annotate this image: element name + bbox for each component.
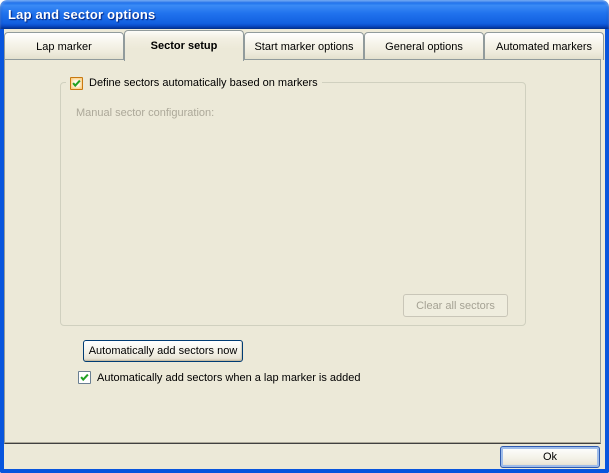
auto-add-sectors-checkbox-row[interactable]: Automatically add sectors when a lap mar… [78,371,361,384]
tab-automated-markers[interactable]: Automated markers [484,32,604,60]
define-sectors-checkbox[interactable] [70,77,83,90]
tab-label: Start marker options [254,41,353,53]
define-sectors-checkbox-row[interactable]: Define sectors automatically based on ma… [66,75,322,91]
ok-button[interactable]: Ok [500,446,600,468]
checkmark-icon [71,78,82,89]
tab-label: General options [385,41,463,53]
dialog-footer: Ok [4,445,601,469]
manual-sector-configuration-label: Manual sector configuration: [76,107,214,119]
define-sectors-checkbox-label: Define sectors automatically based on ma… [89,77,318,89]
tab-sector-setup[interactable]: Sector setup [124,30,244,61]
tab-label: Automated markers [496,41,592,53]
tab-lap-marker[interactable]: Lap marker [4,32,124,60]
dialog-window: Lap and sector options Lap marker Sector… [0,0,609,473]
tab-start-marker-options[interactable]: Start marker options [244,32,364,60]
dialog-body: Lap marker Sector setup Start marker opt… [0,29,609,473]
automatically-add-sectors-now-button[interactable]: Automatically add sectors now [83,340,243,362]
clear-all-sectors-button[interactable]: Clear all sectors [403,294,508,317]
window-title: Lap and sector options [8,7,155,22]
tab-label: Sector setup [151,40,218,52]
tab-label: Lap marker [36,41,92,53]
auto-add-sectors-checkbox[interactable] [78,371,91,384]
checkmark-icon [79,372,90,383]
title-bar: Lap and sector options [0,0,609,29]
tab-strip: Lap marker Sector setup Start marker opt… [4,30,605,60]
auto-add-sectors-checkbox-label: Automatically add sectors when a lap mar… [97,372,361,384]
tab-general-options[interactable]: General options [364,32,484,60]
tab-page-sector-setup: Define sectors automatically based on ma… [4,59,601,444]
manual-sector-groupbox: Define sectors automatically based on ma… [60,82,526,326]
